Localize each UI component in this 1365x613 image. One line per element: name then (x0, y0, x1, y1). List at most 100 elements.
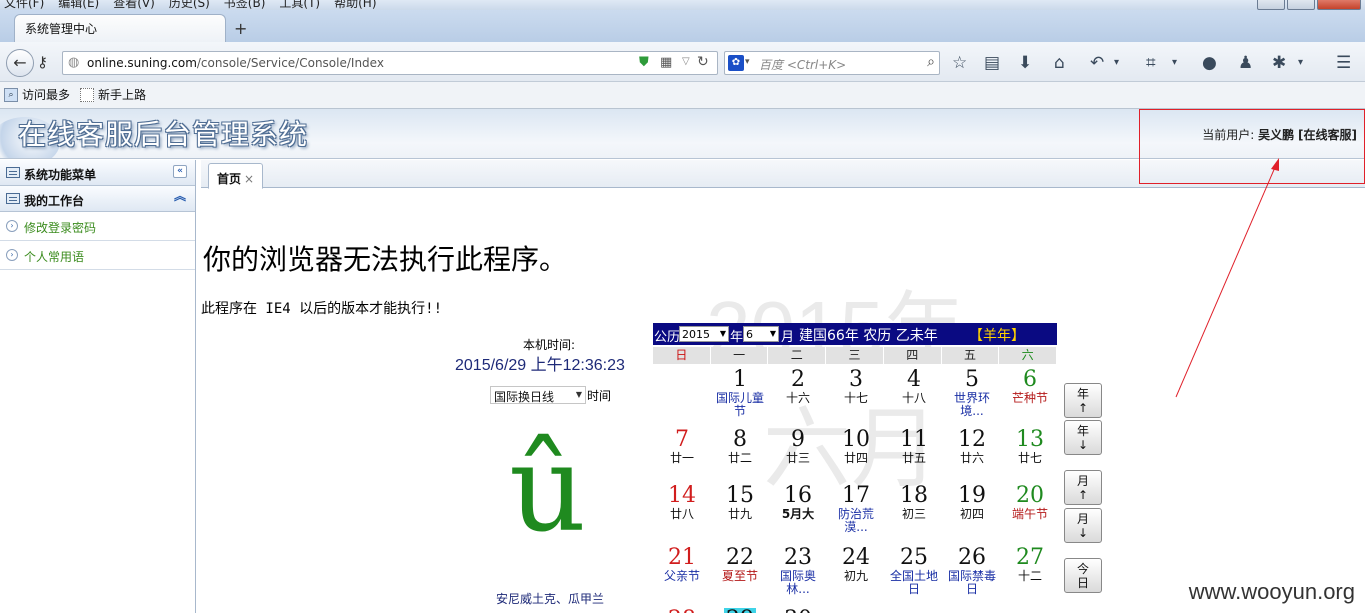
calendar-day[interactable]: 26 国际禁毒日 (943, 546, 1001, 596)
hamburger-menu-icon[interactable]: ☰ (1336, 52, 1351, 74)
calendar-day[interactable]: 7 廿一 (653, 428, 711, 465)
minimize-button[interactable] (1257, 0, 1285, 10)
calendar-day[interactable]: 30 (769, 608, 827, 613)
url-dropdown-icon[interactable]: ▽ (682, 56, 690, 67)
undo-dropdown-icon[interactable]: ▾ (1114, 52, 1119, 74)
calendar-day[interactable]: 24 初九 (827, 546, 885, 583)
menu-list: 文件(F) 编辑(E) 查看(V) 历史(S) 书签(B) 工具(T) 帮助(H) (4, 0, 377, 10)
qr-code-icon[interactable]: ▦ (660, 55, 672, 70)
paw-icon[interactable]: ✿ (728, 55, 744, 71)
lunar-label: 国际禁毒日 (947, 569, 996, 596)
clock-time: 2015/6/29 上午12:36:23 (455, 357, 625, 374)
calendar-day[interactable]: 2 十六 (769, 368, 827, 405)
window-controls (1257, 0, 1361, 10)
timezone-select[interactable]: 国际换日线 ▼ (490, 386, 586, 404)
menu-item[interactable]: 帮助(H) (334, 0, 376, 10)
crop-dropdown-icon[interactable]: ▾ (1172, 52, 1177, 74)
lunar-label: 廿三 (785, 451, 810, 465)
sidebar-item-change-password[interactable]: › 修改登录密码 (0, 212, 195, 241)
new-tab-button[interactable]: + (234, 19, 247, 38)
download-icon[interactable]: ⬇ (1018, 52, 1032, 74)
collapse-left-icon[interactable]: « (173, 165, 187, 178)
search-icon[interactable]: ⌕ (927, 54, 935, 70)
sidebar-item-phrases[interactable]: › 个人常用语 (0, 241, 195, 270)
calendar-day[interactable]: 10 廿四 (827, 428, 885, 465)
menu-item[interactable]: 书签(B) (224, 0, 266, 10)
calendar-day[interactable]: 18 初三 (885, 484, 943, 521)
calendar-day-today[interactable]: 29 (711, 608, 769, 613)
calendar-day[interactable]: 27 十二 (1001, 546, 1059, 583)
reload-icon[interactable]: ↻ (697, 54, 709, 70)
back-button[interactable]: ← (6, 49, 34, 77)
calendar-day[interactable]: 19 初四 (943, 484, 1001, 521)
calendar-day[interactable]: 6 芒种节 (1001, 368, 1059, 405)
key-icon[interactable]: ⚷ (37, 53, 48, 71)
plugin-icon[interactable]: ✱ (1272, 52, 1286, 74)
lunar-label: 廿二 (727, 451, 752, 465)
calendar-day[interactable]: 14 廿八 (653, 484, 711, 521)
calendar-day[interactable]: 13 廿七 (1001, 428, 1059, 465)
maximize-button[interactable] (1287, 0, 1315, 10)
lunar-label: 廿四 (843, 451, 868, 465)
calendar-day[interactable]: 1 国际儿童节 (711, 368, 769, 418)
menu-item[interactable]: 编辑(E) (58, 0, 99, 10)
close-window-button[interactable] (1317, 0, 1361, 10)
day-number: 6 (1023, 367, 1037, 392)
year-down-button[interactable]: 年↓ (1064, 420, 1102, 455)
calendar-day[interactable]: 12 廿六 (943, 428, 1001, 465)
home-icon[interactable]: ⌂ (1054, 52, 1065, 74)
chevron-down-icon: ▼ (575, 390, 582, 399)
calendar-day[interactable]: 9 廿三 (769, 428, 827, 465)
reading-list-icon[interactable]: ▤ (984, 52, 1000, 74)
plugin-dropdown-icon[interactable]: ▾ (1298, 52, 1303, 74)
sidebar-item-label: 个人常用语 (24, 250, 85, 264)
timezone-name: 安尼威土克、瓜甲兰 (496, 592, 605, 606)
menu-item[interactable]: 查看(V) (113, 0, 155, 10)
calendar-day[interactable]: 25 全国土地日 (885, 546, 943, 596)
calendar-day[interactable]: 22 夏至节 (711, 546, 769, 583)
chat-icon[interactable]: ● (1202, 52, 1217, 74)
calendar-day[interactable]: 16 5月大 (769, 484, 827, 521)
month-up-button[interactable]: 月↑ (1064, 470, 1102, 505)
bookmark-most-visited[interactable]: ⌕ 访问最多 (4, 86, 70, 103)
tab-label: 首页 (217, 172, 242, 186)
browser-tab[interactable]: 系统管理中心 (14, 14, 226, 42)
menu-item[interactable]: 文件(F) (4, 0, 44, 10)
day-number: 10 (842, 427, 870, 452)
calendar-day[interactable]: 3 十七 (827, 368, 885, 405)
user-icon[interactable]: ♟ (1238, 52, 1253, 74)
calendar-day[interactable]: 11 廿五 (885, 428, 943, 465)
undo-icon[interactable]: ↶ (1090, 52, 1104, 74)
bookmark-getting-started[interactable]: 新手上路 (80, 86, 146, 103)
workbench-header[interactable]: 我的工作台 ︽ (0, 186, 195, 212)
lunar-label: 国际儿童节 (715, 391, 764, 418)
calendar-day[interactable]: 20 端午节 (1001, 484, 1059, 521)
calendar-day[interactable]: 28 (653, 608, 711, 613)
menu-item[interactable]: 历史(S) (169, 0, 210, 10)
url-path: /console/Service/Console/Index (196, 56, 384, 70)
calendar-day[interactable]: 23 国际奥林... (769, 546, 827, 596)
month-down-button[interactable]: 月↓ (1064, 508, 1102, 543)
today-button[interactable]: 今日 (1064, 558, 1102, 593)
search-bar[interactable]: ✿ ▾ 百度 <Ctrl+K> ⌕ (724, 51, 940, 75)
calendar-day[interactable]: 21 父亲节 (653, 546, 711, 583)
url-bar[interactable]: ◍ online.suning.com/console/Service/Cons… (62, 51, 718, 75)
button-label: 年↓ (1076, 424, 1089, 452)
menu-item[interactable]: 工具(T) (279, 0, 320, 10)
collapse-up-icon[interactable]: ︽ (173, 190, 187, 204)
calendar-day[interactable]: 17 防治荒漠... (827, 484, 885, 534)
year-select[interactable]: 2015 ▼ (679, 326, 729, 342)
tab-home[interactable]: 首页 × (208, 163, 264, 189)
calendar-day[interactable]: 5 世界环境... (943, 368, 1001, 418)
day-number: 4 (907, 367, 921, 392)
engine-dropdown-icon[interactable]: ▾ (745, 57, 750, 67)
calendar-day[interactable]: 4 十八 (885, 368, 943, 405)
calendar-day[interactable]: 15 廿九 (711, 484, 769, 521)
shield-icon[interactable]: ⛊ (639, 55, 649, 70)
close-icon[interactable]: × (244, 172, 254, 186)
crop-icon[interactable]: ⌗ (1146, 52, 1156, 74)
month-select[interactable]: 6 ▼ (743, 326, 779, 342)
calendar-day[interactable]: 8 廿二 (711, 428, 769, 465)
year-up-button[interactable]: 年↑ (1064, 383, 1102, 418)
star-icon[interactable]: ☆ (952, 52, 967, 74)
